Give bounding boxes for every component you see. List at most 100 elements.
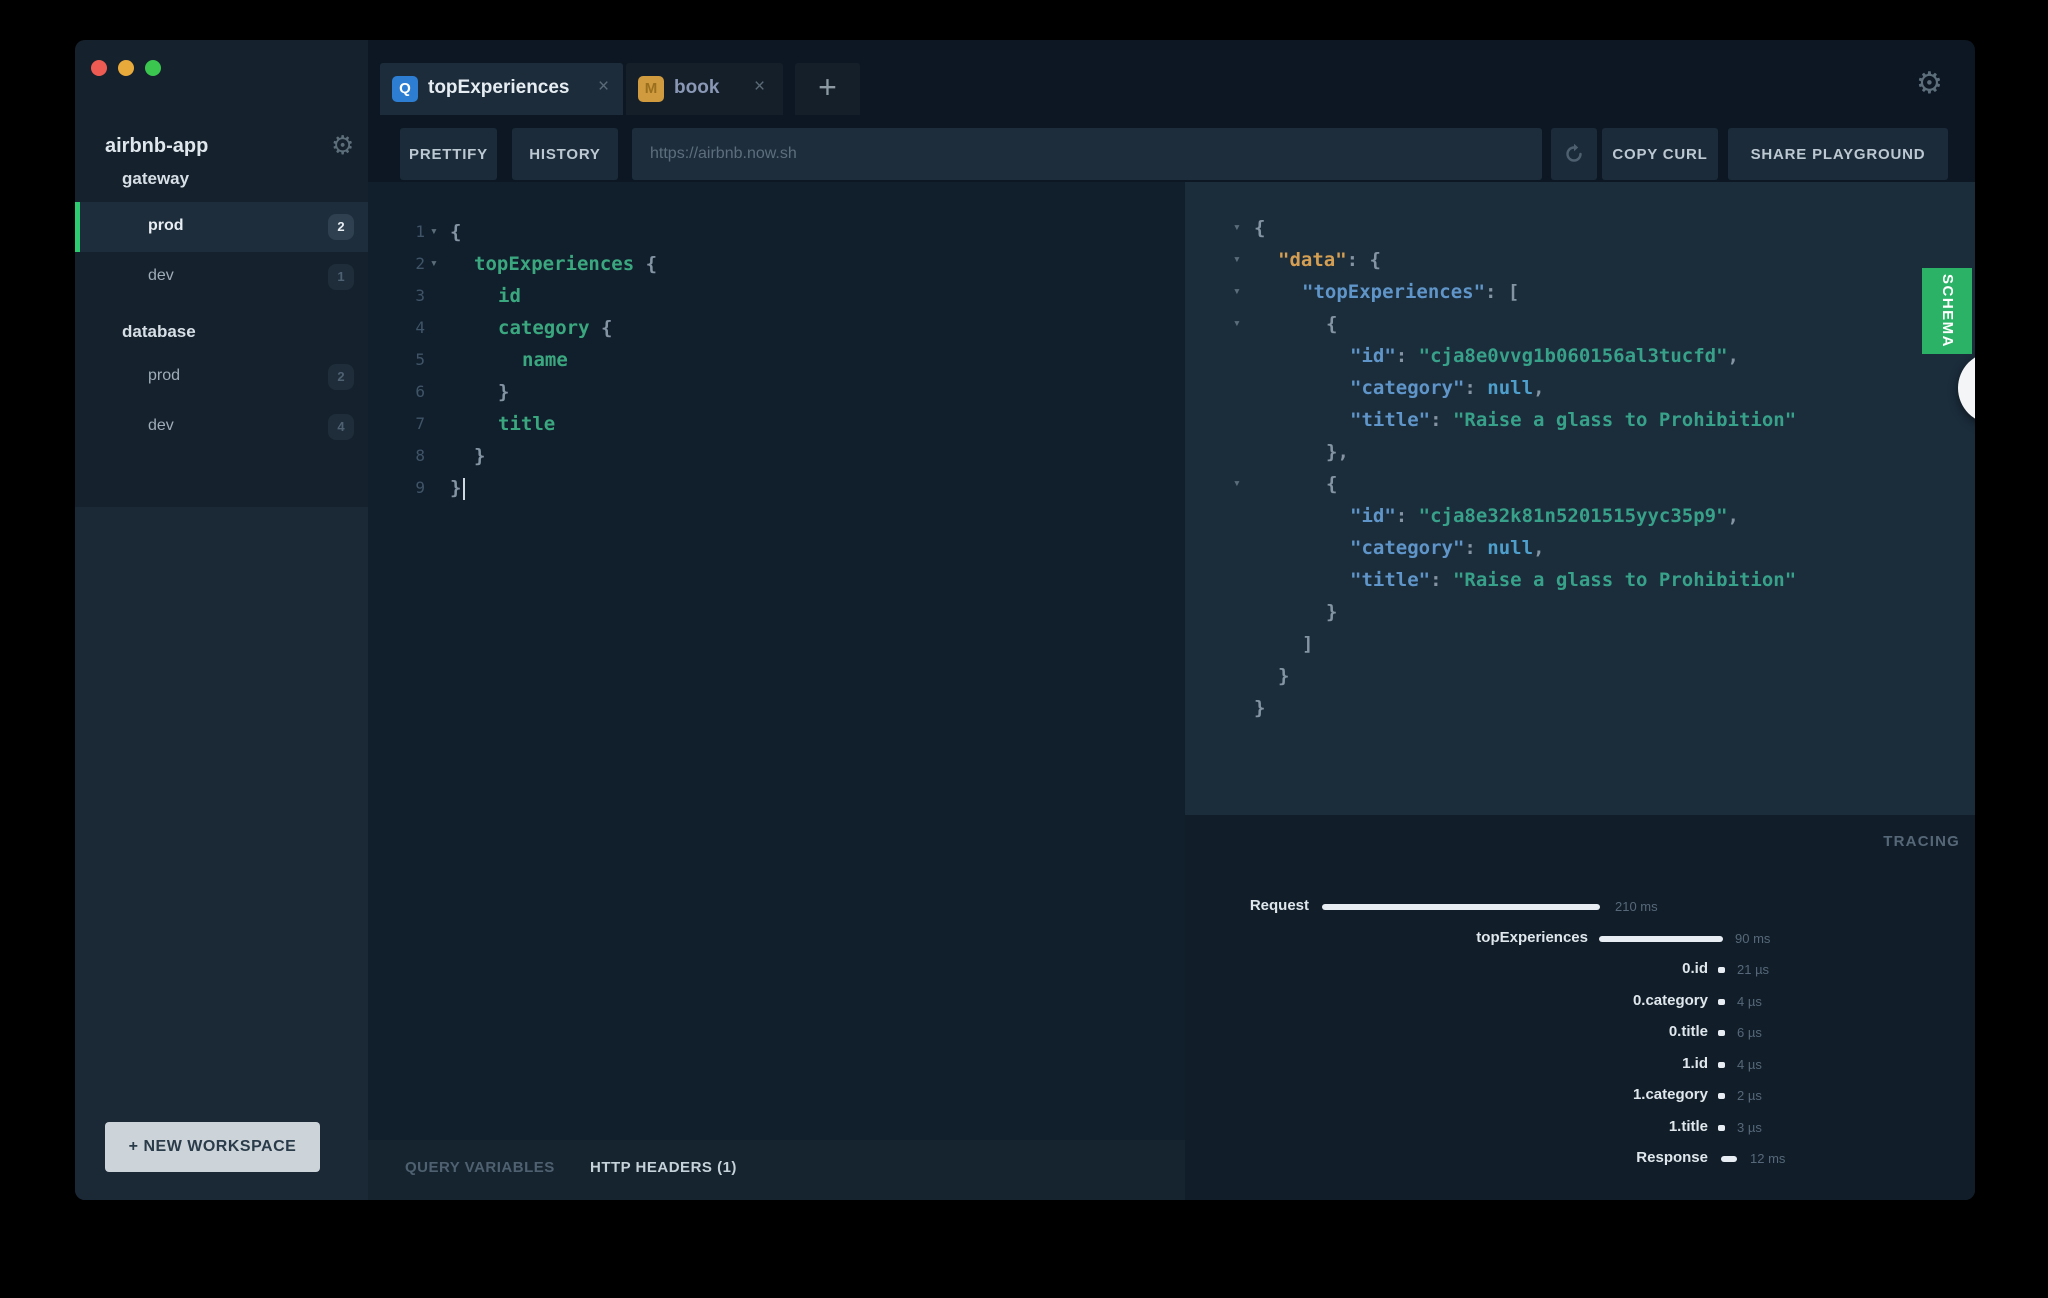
code-text: "id": "cja8e0vvg1b060156al3tucfd", <box>1350 340 1739 372</box>
response-line: ▾{ <box>1185 212 1975 244</box>
line-number: 2 <box>385 248 425 280</box>
env-count-badge: 2 <box>328 214 354 240</box>
trace-time: 3 µs <box>1737 1120 1762 1135</box>
trace-duration-bar <box>1322 904 1600 910</box>
trace-label: Request <box>1250 897 1309 914</box>
text-cursor <box>463 478 465 500</box>
code-text: { <box>1326 308 1337 340</box>
trace-row: 0.category 4 µs <box>1185 987 1975 1018</box>
code-text: ] <box>1302 628 1313 660</box>
close-tab-icon[interactable]: × <box>598 76 609 98</box>
tab-book[interactable]: M book × <box>626 63 783 115</box>
response-line: ▾ "data": { <box>1185 244 1975 276</box>
reload-schema-button[interactable] <box>1551 128 1597 180</box>
editor-line[interactable]: 7title <box>368 408 1185 440</box>
workspace-settings-gear-icon[interactable]: ⚙ <box>331 132 354 158</box>
trace-duration-dot <box>1718 999 1725 1005</box>
settings-gear-icon[interactable]: ⚙ <box>1916 66 1943 101</box>
trace-time: 4 µs <box>1737 994 1762 1009</box>
new-workspace-button[interactable]: + NEW WORKSPACE <box>105 1122 320 1172</box>
history-button[interactable]: HISTORY <box>512 128 618 180</box>
prettify-button[interactable]: PRETTIFY <box>400 128 497 180</box>
fold-arrow-icon[interactable]: ▾ <box>1233 212 1241 244</box>
fold-arrow-icon[interactable]: ▾ <box>1233 468 1241 500</box>
code-text: name <box>522 344 568 376</box>
copy-curl-button[interactable]: COPY CURL <box>1602 128 1718 180</box>
share-playground-button[interactable]: SHARE PLAYGROUND <box>1728 128 1948 180</box>
tracing-title: TRACING <box>1883 833 1960 850</box>
sidebar-item-gateway-prod[interactable]: prod 2 <box>75 202 368 252</box>
fold-arrow-icon[interactable]: ▾ <box>1233 276 1241 308</box>
editor-line[interactable]: 4category { <box>368 312 1185 344</box>
response-line: "id": "cja8e32k81n5201515yyc35p9", <box>1185 500 1975 532</box>
new-tab-button[interactable]: + <box>795 63 860 115</box>
sidebar-item-gateway-dev[interactable]: dev 1 <box>75 252 368 302</box>
endpoint-url-input[interactable] <box>632 128 1542 180</box>
trace-row: topExperiences 90 ms <box>1185 924 1975 955</box>
editor-line[interactable]: 6} <box>368 376 1185 408</box>
editor-bottom-bar: QUERY VARIABLES HTTP HEADERS (1) <box>368 1140 1185 1200</box>
trace-row: 1.id4 µs <box>1185 1050 1975 1081</box>
trace-label: 0.title <box>1669 1023 1708 1040</box>
response-line: ▾"topExperiences": [ <box>1185 276 1975 308</box>
response-line: "category": null, <box>1185 372 1975 404</box>
response-line: }, <box>1185 436 1975 468</box>
response-line: "title": "Raise a glass to Prohibition" <box>1185 404 1975 436</box>
response-line: } <box>1185 692 1975 724</box>
mutation-tab-icon: M <box>638 76 664 102</box>
http-headers-tab[interactable]: HTTP HEADERS (1) <box>590 1159 737 1176</box>
trace-duration-bar <box>1721 1156 1737 1162</box>
code-text: "category": null, <box>1350 372 1545 404</box>
code-text: "data": { <box>1278 244 1381 276</box>
close-tab-icon[interactable]: × <box>754 76 765 98</box>
workspace-title: airbnb-app <box>105 135 208 158</box>
editor-line[interactable]: 8} <box>368 440 1185 472</box>
trace-row: 1.title3 µs <box>1185 1113 1975 1144</box>
zoom-window-icon[interactable] <box>145 60 161 76</box>
editor-line[interactable]: 1▾{ <box>368 216 1185 248</box>
schema-sidebar-tab[interactable]: SCHEMA <box>1922 268 1972 354</box>
env-count-badge: 1 <box>328 264 354 290</box>
response-pane: ▾{▾"data": {▾"topExperiences": [▾{"id": … <box>1185 182 1975 1200</box>
trace-row: 0.id21 µs <box>1185 955 1975 986</box>
response-json-area: ▾{▾"data": {▾"topExperiences": [▾{"id": … <box>1185 182 1975 815</box>
trace-label: topExperiences <box>1476 929 1588 946</box>
trace-label: Response <box>1636 1149 1708 1166</box>
editor-line[interactable]: 9} <box>368 472 1185 504</box>
tab-topexperiences[interactable]: Q topExperiences × <box>380 63 623 115</box>
sidebar: airbnb-app ⚙ gateway prod 2 dev 1 databa… <box>75 40 368 1200</box>
trace-label: 0.category <box>1633 992 1708 1009</box>
fold-arrow-icon[interactable]: ▾ <box>1233 308 1241 340</box>
editor-line[interactable]: 3id <box>368 280 1185 312</box>
fold-arrow-icon[interactable]: ▾ <box>1233 244 1241 276</box>
sidebar-item-database-prod[interactable]: prod 2 <box>75 352 368 402</box>
trace-label: 1.category <box>1633 1086 1708 1103</box>
query-variables-tab[interactable]: QUERY VARIABLES <box>405 1159 555 1176</box>
close-window-icon[interactable] <box>91 60 107 76</box>
response-line: ] <box>1185 628 1975 660</box>
response-line: } <box>1185 596 1975 628</box>
env-count-badge: 2 <box>328 364 354 390</box>
code-text: }, <box>1326 436 1349 468</box>
sidebar-lower-area <box>75 507 368 1200</box>
code-text: { <box>450 216 461 248</box>
fold-arrow-icon[interactable]: ▾ <box>430 216 438 248</box>
query-editor[interactable]: 1▾{2▾topExperiences {3id4category {5name… <box>368 182 1185 1200</box>
tab-label: topExperiences <box>428 77 570 99</box>
editor-line[interactable]: 5 name <box>368 344 1185 376</box>
schema-tab-label: SCHEMA <box>1922 268 1972 354</box>
line-number: 5 <box>385 344 425 376</box>
trace-time: 2 µs <box>1737 1088 1762 1103</box>
trace-row: 0.title6 µs <box>1185 1018 1975 1049</box>
minimize-window-icon[interactable] <box>118 60 134 76</box>
trace-time: 21 µs <box>1737 962 1769 977</box>
line-number: 3 <box>385 280 425 312</box>
code-text: } <box>498 376 509 408</box>
editor-line[interactable]: 2▾topExperiences { <box>368 248 1185 280</box>
line-number: 6 <box>385 376 425 408</box>
main-area: Q topExperiences × M book × + ⚙ PRETTIFY… <box>368 40 1975 1200</box>
trace-time: 210 ms <box>1615 899 1658 914</box>
trace-time: 90 ms <box>1735 931 1770 946</box>
sidebar-item-database-dev[interactable]: dev 4 <box>75 402 368 452</box>
fold-arrow-icon[interactable]: ▾ <box>430 248 438 280</box>
